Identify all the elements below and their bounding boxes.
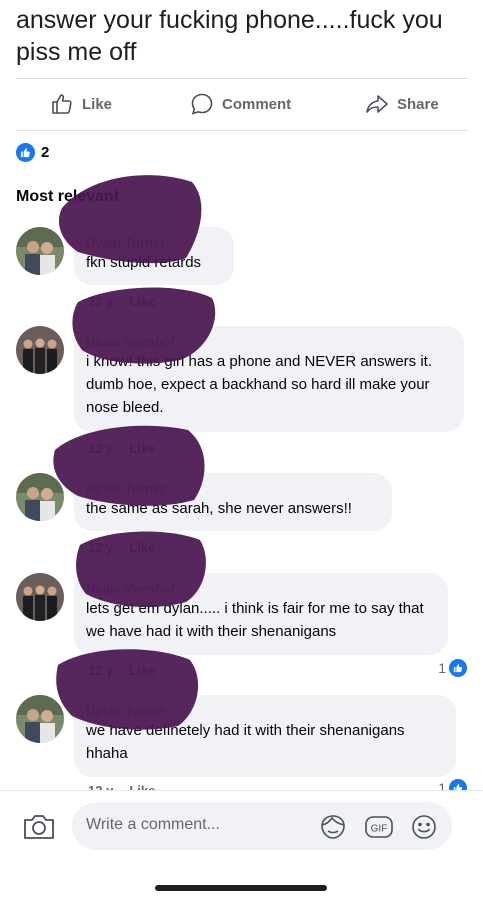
action-bar: Like Comment Share — [0, 84, 483, 124]
comment-bubble: Dylan Turner the same as sarah, she neve… — [74, 473, 392, 531]
comment-text: lets get em dylan..... i think is fair f… — [86, 600, 424, 640]
svg-text:GIF: GIF — [371, 824, 388, 835]
avatar[interactable] — [16, 695, 64, 743]
comment-time: 12 y — [88, 540, 114, 555]
camera-icon[interactable] — [22, 813, 56, 846]
comment-like-link[interactable]: Like — [129, 663, 155, 678]
comment-time: 12 y — [88, 294, 114, 309]
comment-author[interactable]: Dylan Turner — [86, 235, 222, 251]
like-label: Like — [82, 95, 113, 113]
comment-bubble: Dylan Turner we have definetely had it w… — [74, 695, 456, 777]
emoji-icon[interactable] — [410, 814, 438, 847]
like-reaction-icon — [16, 143, 35, 162]
comment-author[interactable]: Neaia Veenhof — [86, 334, 452, 350]
like-count-value: 1 — [438, 660, 446, 676]
comment-author[interactable]: Dylan Turner — [86, 481, 380, 497]
reaction-count: 2 — [41, 144, 50, 161]
comment-input[interactable] — [86, 816, 286, 834]
comment-time: 12 y — [88, 441, 114, 456]
like-button[interactable]: Like — [50, 84, 112, 124]
share-label: Share — [397, 95, 439, 113]
comment-meta: 12 y Like — [88, 663, 171, 678]
comment-bubble: Dylan Turner fkn stupid retards — [74, 227, 234, 285]
avatar[interactable] — [16, 473, 64, 521]
comment-meta: 12 y Like — [88, 441, 171, 456]
comment-time: 12 y — [88, 663, 114, 678]
divider — [16, 78, 468, 79]
comment-like-link[interactable]: Like — [129, 294, 155, 309]
thumbs-up-icon — [52, 94, 72, 114]
like-reaction-icon — [449, 659, 467, 677]
comment-like-link[interactable]: Like — [129, 441, 155, 456]
comment-text: the same as sarah, she never answers!! — [86, 500, 352, 517]
gif-icon[interactable]: GIF — [364, 814, 394, 845]
comment-author[interactable]: Dylan Turner — [86, 703, 444, 719]
comment-meta: 12 y Like — [88, 540, 171, 555]
avatar[interactable] — [16, 573, 64, 621]
comment-author[interactable]: Neaia Veenhof — [86, 581, 436, 597]
comment-label: Comment — [222, 95, 292, 113]
divider — [16, 130, 468, 131]
post-text: answer your fucking phone.....fuck you p… — [16, 6, 443, 66]
avatar[interactable] — [16, 227, 64, 275]
comment-like-count[interactable]: 1 — [438, 659, 467, 677]
comment-meta: 12 y Like — [88, 294, 171, 309]
comment-composer: GIF — [72, 802, 452, 850]
avatar-sticker-icon[interactable] — [318, 814, 348, 845]
avatar[interactable] — [16, 326, 64, 374]
speech-bubble-icon — [191, 93, 213, 115]
share-button[interactable]: Share — [365, 84, 439, 124]
comment-text: fkn stupid retards — [86, 254, 202, 271]
comment-text: we have definetely had it with their she… — [86, 722, 405, 762]
comment-text: i know! this girl has a phone and NEVER … — [86, 353, 433, 416]
home-indicator[interactable] — [155, 885, 327, 891]
comment-bubble: Neaia Veenhof lets get em dylan..... i t… — [74, 573, 448, 655]
comment-sort-label[interactable]: Most relevant — [16, 188, 119, 206]
share-arrow-icon — [366, 95, 388, 113]
reaction-summary[interactable]: 2 — [16, 143, 49, 162]
comment-bubble: Neaia Veenhof i know! this girl has a ph… — [74, 326, 464, 432]
comment-like-link[interactable]: Like — [129, 540, 155, 555]
comment-button[interactable]: Comment — [190, 84, 291, 124]
